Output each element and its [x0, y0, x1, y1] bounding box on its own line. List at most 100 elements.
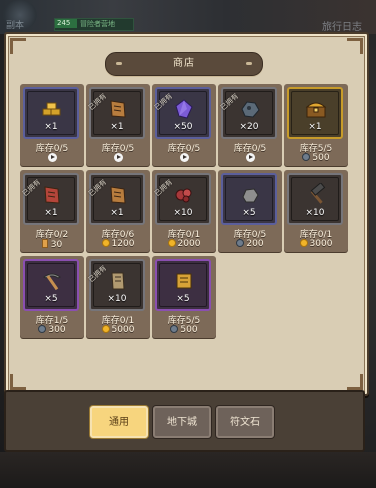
panel-corner-ornament — [10, 38, 28, 56]
treasure-chest-icon — [304, 97, 328, 121]
item-price-value: 5000 — [111, 325, 135, 335]
bottom-hud — [0, 452, 376, 488]
item-slot[interactable]: 已拥有 ×10 — [87, 259, 145, 311]
paper-note-icon — [106, 269, 130, 293]
item-price[interactable]: 2000 — [152, 239, 216, 249]
item-slot[interactable]: ×5 — [155, 259, 211, 311]
item-price-value: 300 — [48, 325, 66, 335]
item-slot[interactable]: ×1 — [23, 87, 79, 139]
shop-item-card[interactable]: 已拥有 ×1 库存0/6 1200 — [86, 170, 150, 252]
item-price[interactable] — [20, 153, 84, 164]
item-quantity: ×1 — [110, 208, 124, 218]
red-ore-icon — [172, 183, 196, 207]
shop-item-card[interactable]: ×5 库存1/5 300 — [20, 256, 84, 338]
item-price[interactable]: 200 — [218, 239, 282, 249]
item-slot[interactable]: ×1 — [287, 87, 343, 139]
shop-item-card[interactable]: ×5 库存5/5 500 — [152, 256, 216, 338]
dark-ore-icon — [238, 97, 262, 121]
item-slot[interactable]: ×5 — [23, 259, 79, 311]
tab-rune[interactable]: 符文石 — [216, 406, 274, 438]
shop-item-card[interactable]: ×1 库存5/5 500 — [284, 84, 348, 166]
item-price-value: 2000 — [177, 239, 201, 249]
hud-right-label[interactable]: 旅行日志 — [322, 18, 362, 33]
item-price[interactable] — [218, 153, 282, 164]
shop-title: 商店 — [105, 52, 263, 76]
item-quantity: ×1 — [308, 122, 322, 132]
gem-coin-icon — [302, 153, 311, 161]
gem-coin-icon — [170, 325, 179, 333]
gold-coin-icon — [167, 239, 176, 247]
tab-dungeon[interactable]: 地下城 — [153, 406, 211, 438]
gold-coin-icon — [101, 325, 110, 333]
item-price[interactable] — [152, 153, 216, 164]
item-slot[interactable]: 已拥有 ×10 — [153, 173, 211, 225]
gold-bars-icon — [40, 97, 64, 121]
tab-general[interactable]: 通用 — [90, 406, 148, 438]
scroll-icon — [106, 97, 130, 121]
shop-item-card[interactable]: 已拥有 ×1 库存0/2 30 — [20, 170, 84, 252]
golden-scroll-icon — [172, 269, 196, 293]
item-slot[interactable]: 已拥有 ×1 — [87, 173, 145, 225]
shop-item-card[interactable]: ×1 库存0/5 — [20, 84, 84, 166]
gold-coin-icon — [299, 239, 308, 247]
shop-item-grid: ×1 库存0/5 已拥有 ×1 库存0/5 已拥有 ×50 库存0/5 已拥有 ×20 库存0/5 ×… — [20, 84, 350, 376]
item-slot[interactable]: 已拥有 ×20 — [219, 87, 277, 139]
red-scroll-icon — [40, 183, 64, 207]
item-price-value: 1200 — [111, 239, 135, 249]
item-quantity: ×5 — [176, 294, 190, 304]
item-price[interactable]: 1200 — [86, 239, 150, 249]
watch-ad-icon — [245, 153, 255, 162]
shop-item-card[interactable]: 已拥有 ×1 库存0/5 — [86, 84, 150, 166]
item-price[interactable]: 500 — [152, 325, 216, 335]
scroll-icon — [106, 183, 130, 207]
item-quantity: ×5 — [242, 208, 256, 218]
item-price-value: 500 — [312, 153, 330, 163]
item-slot[interactable]: ×5 — [221, 173, 277, 225]
item-price[interactable]: 30 — [20, 239, 84, 250]
shop-item-card[interactable]: 已拥有 ×20 库存0/5 — [218, 84, 282, 166]
shop-item-card[interactable]: ×10 库存0/1 3000 — [284, 170, 348, 252]
ticket-icon — [41, 239, 48, 248]
item-quantity: ×50 — [173, 122, 193, 132]
hammer-icon — [304, 182, 328, 207]
panel-corner-ornament — [345, 38, 363, 56]
item-quantity: ×1 — [44, 208, 58, 218]
shop-item-card[interactable]: 已拥有 ×10 库存0/1 2000 — [152, 170, 216, 252]
item-slot[interactable]: ×10 — [287, 173, 343, 225]
item-price[interactable] — [86, 153, 150, 164]
item-slot[interactable]: 已拥有 ×1 — [87, 87, 145, 139]
shop-item-card[interactable]: 已拥有 ×10 库存0/1 5000 — [86, 256, 150, 338]
item-quantity: ×5 — [44, 294, 58, 304]
gem-coin-icon — [236, 239, 245, 247]
pickaxe-icon — [40, 269, 64, 293]
item-slot[interactable]: 已拥有 ×50 — [153, 87, 211, 139]
watch-ad-icon — [179, 153, 189, 162]
item-quantity: ×1 — [110, 122, 124, 132]
item-slot[interactable]: 已拥有 ×1 — [21, 173, 79, 225]
item-quantity: ×10 — [305, 208, 325, 218]
watch-ad-icon — [113, 153, 123, 162]
shop-tab-bar: 通用 地下城 符文石 — [4, 390, 365, 452]
item-price-value: 3000 — [309, 239, 333, 249]
hud-left-label[interactable]: 副本 — [6, 18, 24, 31]
gold-coin-icon — [101, 239, 110, 247]
watch-ad-icon — [47, 153, 57, 162]
gray-stone-icon — [238, 183, 262, 207]
item-quantity: ×20 — [239, 122, 259, 132]
item-price-value: 500 — [180, 325, 198, 335]
item-price-value: 30 — [50, 240, 63, 250]
shop-item-card[interactable]: ×5 库存0/5 200 — [218, 170, 282, 252]
item-price[interactable]: 500 — [284, 153, 348, 163]
item-price-value: 200 — [246, 239, 264, 249]
item-price[interactable]: 300 — [20, 325, 84, 335]
purple-crystal-icon — [172, 97, 196, 121]
hud-progress-number: 245 — [57, 19, 71, 27]
shop-item-card[interactable]: 已拥有 ×50 库存0/5 — [152, 84, 216, 166]
item-quantity: ×10 — [173, 208, 193, 218]
hud-progress-text: 冒险者营地 — [80, 20, 115, 28]
item-price[interactable]: 5000 — [86, 325, 150, 335]
shop-panel: 商店 ×1 库存0/5 已拥有 ×1 库存0/5 已拥有 ×50 库存0/5 已拥有 ×20 库存0… — [4, 32, 369, 396]
item-price[interactable]: 3000 — [284, 239, 348, 249]
gem-coin-icon — [38, 325, 47, 333]
item-quantity: ×1 — [44, 122, 58, 132]
